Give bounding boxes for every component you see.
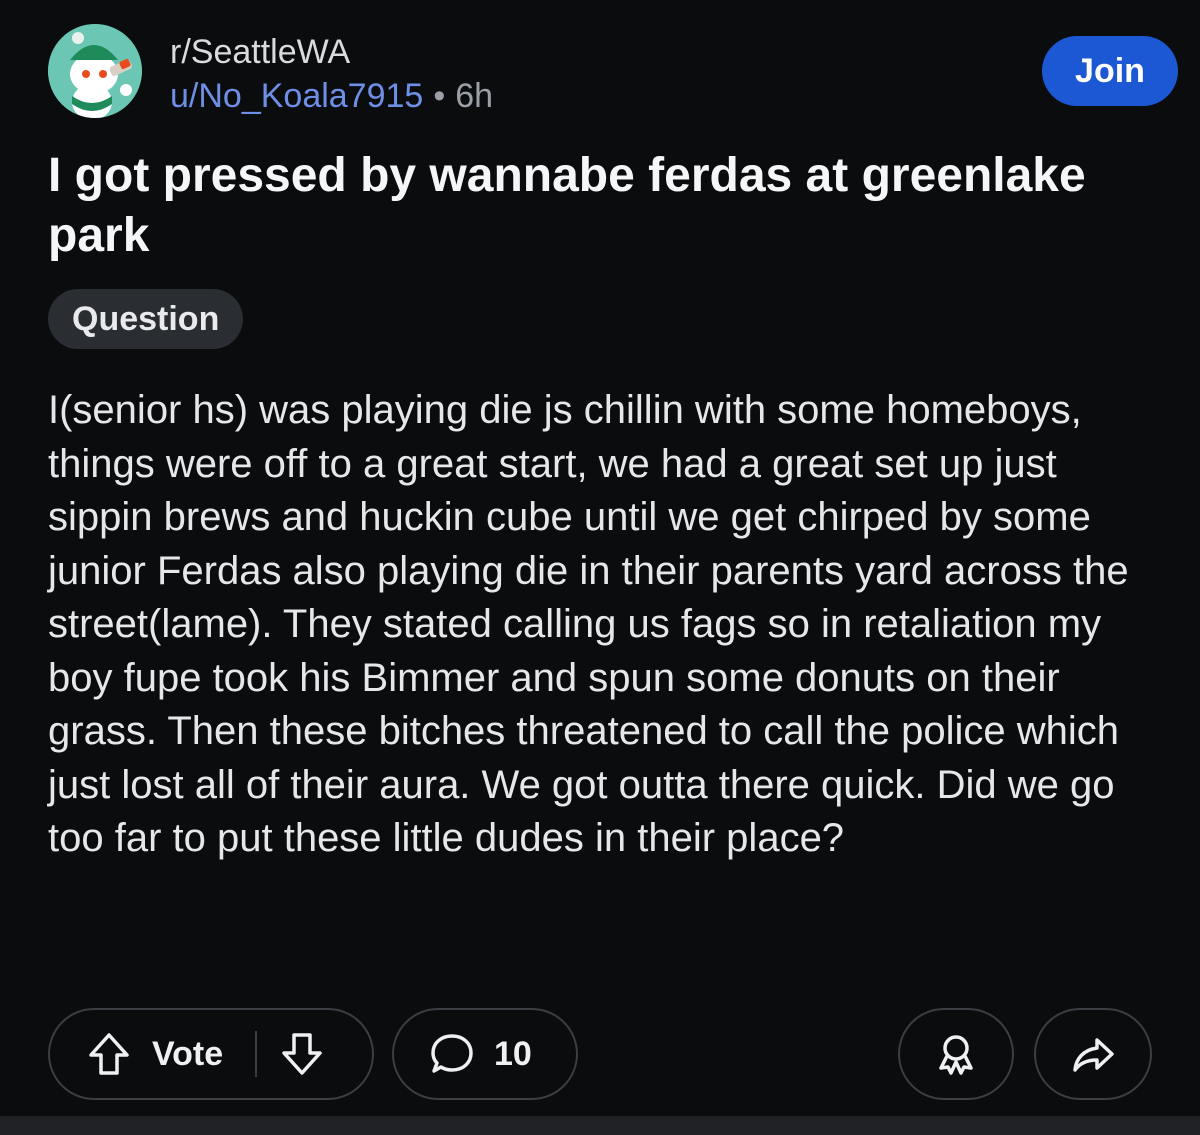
upvote-arrow-icon[interactable] (86, 1031, 132, 1077)
subreddit-name[interactable]: r/SeattleWA (170, 32, 493, 72)
downvote-arrow-icon[interactable] (279, 1031, 325, 1077)
award-icon (932, 1030, 980, 1078)
meta-separator: • (433, 77, 446, 115)
subreddit-avatar[interactable] (48, 24, 142, 118)
author-line: u/No_Koala7915 • 6h (170, 74, 493, 118)
vote-label: Vote (152, 1034, 224, 1073)
post-body: I(senior hs) was playing die js chillin … (48, 388, 1129, 860)
post-meta: r/SeattleWA u/No_Koala7915 • 6h (170, 32, 493, 118)
vote-divider (255, 1031, 258, 1077)
post-actions: Vote 10 (48, 1008, 1152, 1104)
post-age: 6h (455, 77, 494, 115)
comment-bubble-icon (428, 1030, 476, 1078)
share-arrow-icon (1069, 1030, 1117, 1078)
comments-button[interactable]: 10 (392, 1008, 578, 1100)
comment-count: 10 (494, 1034, 532, 1073)
join-button[interactable]: Join (1042, 36, 1178, 106)
vote-control: Vote (48, 1008, 374, 1100)
post-flair[interactable]: Question (48, 289, 244, 349)
snoo-icon (48, 24, 142, 118)
award-button[interactable] (898, 1008, 1014, 1100)
author-username[interactable]: u/No_Koala7915 (170, 77, 423, 115)
share-button[interactable] (1034, 1008, 1152, 1100)
post-title[interactable]: I got pressed by wannabe ferdas at green… (48, 146, 1148, 266)
bottom-bar (0, 1116, 1200, 1135)
post-header: r/SeattleWA u/No_Koala7915 • 6h Join (48, 24, 1178, 124)
